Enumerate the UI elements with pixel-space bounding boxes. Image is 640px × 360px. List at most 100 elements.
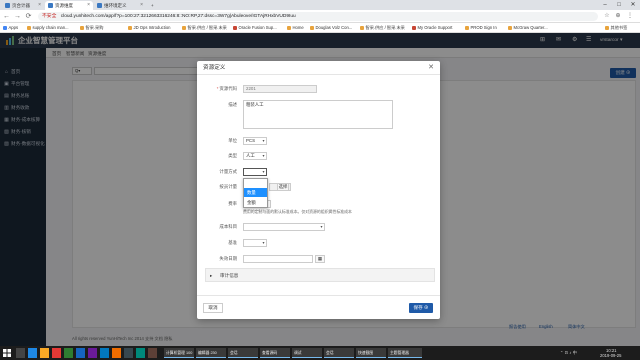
bookmark-label: supply chain man... bbox=[32, 25, 69, 30]
minimize-icon[interactable]: – bbox=[598, 0, 612, 10]
task-view-icon[interactable] bbox=[16, 348, 25, 358]
bookmark-item[interactable]: McGraw Quarter... bbox=[508, 24, 548, 32]
dropdown-option-amount[interactable]: 金额 bbox=[244, 198, 267, 207]
bookmark-item[interactable]: 智采.采购 bbox=[80, 24, 103, 32]
close-icon[interactable]: ✕ bbox=[428, 63, 434, 72]
taskbar-app[interactable]: 会话 bbox=[324, 348, 354, 358]
browser-tab-2[interactable]: 资源维度 × bbox=[45, 1, 93, 10]
bookmark-item[interactable]: 其他书签 bbox=[605, 24, 627, 32]
dialog-header: 资源定义 ✕ bbox=[197, 61, 440, 75]
bookmark-star-icon[interactable]: ☆ bbox=[603, 12, 611, 20]
app-icon[interactable] bbox=[148, 348, 157, 358]
close-tab-icon[interactable]: × bbox=[87, 2, 90, 8]
reload-icon[interactable]: ⟳ bbox=[24, 12, 33, 21]
security-warning[interactable]: 不安全 bbox=[42, 14, 56, 19]
new-tab-button[interactable]: + bbox=[148, 1, 158, 10]
description-label: 描述 bbox=[228, 102, 237, 107]
cancel-button[interactable]: 取消 bbox=[203, 303, 223, 313]
taskbar-app[interactable]: 主题管理器 bbox=[388, 348, 422, 358]
close-window-icon[interactable]: ✕ bbox=[626, 0, 640, 10]
bookmark-item[interactable]: Oracle Fusion Sup... bbox=[233, 24, 277, 32]
bookmark-icon bbox=[182, 26, 186, 30]
system-tray-icons[interactable]: ⌃ ⊡ ♪ 中 bbox=[560, 350, 577, 355]
resource-code-label: *资源代码 bbox=[197, 85, 237, 93]
inactive-date-label: 失效日期 bbox=[219, 256, 237, 261]
apps-icon bbox=[3, 26, 7, 30]
taskbar-app[interactable]: 调试 bbox=[292, 348, 322, 358]
ie-icon[interactable] bbox=[28, 348, 37, 358]
basis-select[interactable]: ▾ bbox=[243, 239, 267, 247]
outlook-icon[interactable] bbox=[76, 348, 85, 358]
back-icon[interactable]: ← bbox=[2, 12, 11, 21]
bookmark-label: My Oracle Support bbox=[417, 25, 453, 30]
url-text: cloud.yunhitech.com/app/f?p=100:27:32126… bbox=[60, 14, 296, 19]
maximize-icon[interactable]: □ bbox=[612, 0, 626, 10]
taskbar-app[interactable]: 计算机管理 100 bbox=[164, 348, 194, 358]
select-value: PCS bbox=[246, 138, 256, 143]
type-select[interactable]: 人工 ▾ bbox=[243, 152, 267, 160]
calc-method-select[interactable]: ▾ bbox=[243, 168, 267, 176]
taskbar-app[interactable]: 编辑器 230 bbox=[196, 348, 226, 358]
app-icon[interactable] bbox=[112, 348, 121, 358]
inactive-date-field[interactable] bbox=[243, 255, 313, 263]
unit-label: 单位 bbox=[228, 138, 237, 143]
close-tab-icon[interactable]: × bbox=[38, 2, 41, 8]
windows-start-icon[interactable] bbox=[2, 348, 12, 358]
tray-date[interactable]: 2019-09-25 bbox=[600, 353, 621, 358]
taskbar-app[interactable]: 快速截图 bbox=[356, 348, 386, 358]
onenote-icon[interactable] bbox=[88, 348, 97, 358]
dialog-title: 资源定义 bbox=[203, 65, 226, 71]
browser-tabbar: 页合计器 × 资源维度 × 维环境定义 × + – □ ✕ bbox=[0, 0, 640, 10]
bookmark-icon bbox=[233, 26, 237, 30]
bookmarks-bar: Apps supply chain man... 智采.采购 JD Ops In… bbox=[0, 23, 640, 33]
chrome-icon[interactable] bbox=[52, 348, 61, 358]
browser-tab-1[interactable]: 页合计器 × bbox=[2, 1, 44, 10]
tab-favicon-icon bbox=[48, 3, 53, 8]
dialog-footer: 取消 保存 ⊕ bbox=[197, 295, 440, 319]
bookmark-icon bbox=[128, 26, 132, 30]
bookmark-item[interactable]: Apps bbox=[3, 24, 18, 32]
menu-icon[interactable]: ⋮ bbox=[626, 12, 634, 20]
resource-code-field[interactable]: 2201 bbox=[243, 85, 317, 93]
taskbar: 计算机管理 100 编辑器 230 会话 查看源码 调试 会话 快速截图 主题管… bbox=[0, 346, 640, 360]
url-input[interactable]: 不安全 cloud.yunhitech.com/app/f?p=100:27:3… bbox=[38, 12, 598, 21]
bookmark-item[interactable]: supply chain man... bbox=[27, 24, 69, 32]
bookmark-icon bbox=[465, 26, 469, 30]
save-button[interactable]: 保存 ⊕ bbox=[409, 303, 433, 313]
unit-select[interactable]: PCS ▾ bbox=[243, 137, 267, 145]
bookmark-label: Apps bbox=[8, 25, 19, 30]
description-textarea[interactable]: 粗装人工 bbox=[243, 100, 393, 129]
bookmark-item[interactable]: Home bbox=[287, 24, 304, 32]
tab-label: 页合计器 bbox=[12, 2, 30, 8]
bookmark-item[interactable]: My Oracle Support bbox=[412, 24, 452, 32]
taskbar-app[interactable]: 会话 bbox=[228, 348, 258, 358]
skype-icon[interactable] bbox=[100, 348, 109, 358]
chevron-right-icon: ▸ bbox=[210, 273, 213, 278]
rate-calc-select-button[interactable]: 选择 bbox=[277, 183, 289, 191]
calendar-icon[interactable]: ▦ bbox=[315, 255, 325, 263]
app-icon[interactable] bbox=[136, 348, 145, 358]
folder-icon bbox=[605, 26, 609, 30]
basis-label: 基准 bbox=[228, 240, 237, 245]
app-icon[interactable] bbox=[124, 348, 133, 358]
bookmark-icon bbox=[310, 26, 314, 30]
bookmark-item[interactable]: PROD Sign In bbox=[465, 24, 497, 32]
audit-info-section[interactable]: ▸ 审计信息 bbox=[205, 268, 435, 282]
bookmark-item[interactable]: Douglas Volz Con... bbox=[310, 24, 352, 32]
extension-icon[interactable]: ⊕ bbox=[614, 12, 622, 20]
bookmark-item[interactable]: JD Ops Introduction bbox=[128, 24, 171, 32]
cost-subject-select[interactable]: ▾ bbox=[243, 223, 325, 231]
close-tab-icon[interactable]: × bbox=[140, 2, 143, 8]
bookmark-item[interactable]: 智采.供应 / 智采.末采 bbox=[360, 24, 405, 32]
bookmark-icon bbox=[412, 26, 416, 30]
forward-icon[interactable]: → bbox=[13, 12, 22, 21]
browser-tab-3[interactable]: 维环境定义 × bbox=[94, 1, 146, 10]
file-explorer-icon[interactable] bbox=[40, 348, 49, 358]
calc-method-label: 计量方式 bbox=[219, 169, 237, 174]
dropdown-option-quantity[interactable]: 数量 bbox=[244, 188, 267, 197]
taskbar-app[interactable]: 查看源码 bbox=[260, 348, 290, 358]
bookmark-icon bbox=[27, 26, 31, 30]
tab-favicon-icon bbox=[97, 3, 102, 8]
bookmark-item[interactable]: 智采.供应 / 智采.末采 bbox=[182, 24, 227, 32]
excel-icon[interactable] bbox=[64, 348, 73, 358]
